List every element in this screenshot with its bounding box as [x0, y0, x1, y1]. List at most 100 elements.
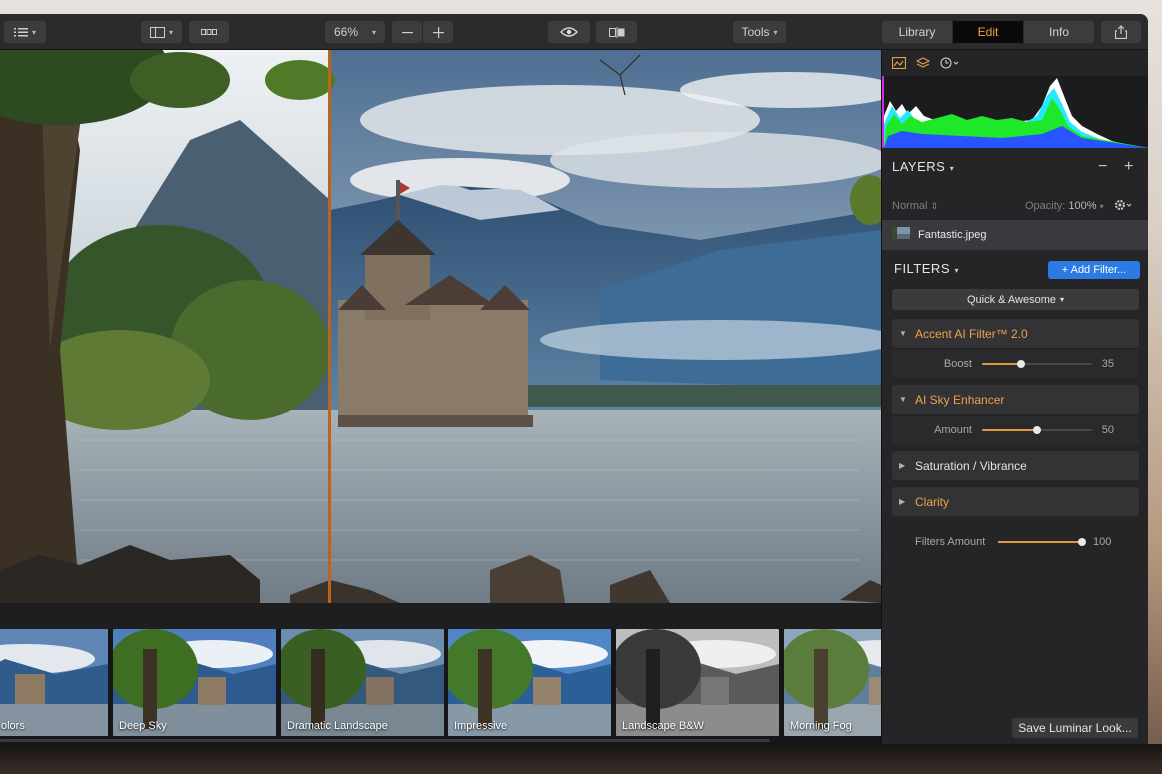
look-thumbnail[interactable]: Deep Sky: [113, 629, 276, 736]
filmstrip-icon: [201, 28, 217, 36]
expanded-triangle-icon: ▼: [899, 329, 907, 338]
toolbar: ▾ ▾ 66% ▾ Tools ▾ Library Edit Info: [0, 14, 1148, 50]
look-thumbnail[interactable]: Dramatic Landscape: [281, 629, 444, 736]
sidebar-layout-icon: [149, 26, 165, 38]
zoom-value: 66%: [333, 25, 358, 39]
zoom-in-button[interactable]: [423, 21, 453, 43]
zoom-select[interactable]: 66% ▾: [325, 21, 385, 43]
filter-name: Accent AI Filter™ 2.0: [915, 326, 1028, 341]
layer-options: Normal ⇕ Opacity: 100% ▾: [892, 200, 1138, 216]
slider-label: Amount: [934, 424, 972, 436]
tools-menu[interactable]: Tools ▾: [733, 21, 786, 43]
layer-thumbnail: [892, 226, 910, 244]
layer-settings-gear-icon[interactable]: [1114, 198, 1134, 215]
look-thumbnail[interactable]: Morning Fog: [784, 629, 881, 736]
compare-button[interactable]: [596, 21, 637, 43]
collapsed-triangle-icon: ▶: [899, 461, 906, 470]
expanded-triangle-icon: ▼: [899, 395, 907, 404]
histogram-icon[interactable]: [891, 56, 907, 74]
tools-label: Tools: [741, 25, 770, 39]
landscape-photo: [0, 50, 881, 603]
chevron-down-icon[interactable]: ▾: [950, 164, 954, 173]
layers-header: LAYERS ▾ − +: [892, 158, 1142, 178]
edit-panel: LAYERS ▾ − + Normal ⇕ Opacity: 100% ▾ Fa…: [881, 50, 1148, 744]
filters-title[interactable]: FILTERS: [894, 261, 950, 276]
slider-knob[interactable]: [1016, 360, 1025, 368]
look-thumbnail[interactable]: Impressive: [448, 629, 611, 736]
zoom-out-button[interactable]: [392, 21, 422, 43]
preview-button[interactable]: [548, 21, 590, 43]
filters-amount-slider[interactable]: [998, 538, 1086, 546]
history-clock-icon[interactable]: [940, 56, 960, 74]
chevron-down-icon: ▾: [1060, 295, 1065, 304]
chevron-down-icon: ▾: [773, 27, 778, 37]
minus-icon: [401, 27, 413, 38]
filmstrip-button[interactable]: [189, 21, 229, 43]
look-label: Landscape B&W: [622, 720, 704, 732]
chevron-down-icon[interactable]: ▾: [954, 266, 958, 275]
look-label: Deep Sky: [119, 720, 167, 732]
tab-edit[interactable]: Edit: [953, 21, 1024, 43]
slider-knob[interactable]: [1033, 426, 1041, 434]
compare-split-line[interactable]: [328, 50, 331, 603]
filters-amount-value: 100: [1093, 536, 1112, 548]
filter-name: AI Sky Enhancer: [915, 392, 1005, 407]
quick-awesome-preset[interactable]: Quick & Awesome ▾: [892, 289, 1139, 310]
histogram: [882, 76, 1148, 148]
split-compare-icon: [608, 26, 625, 38]
menu-button[interactable]: ▾: [4, 21, 46, 43]
remove-layer-button[interactable]: −: [1098, 158, 1107, 176]
list-icon: [13, 27, 28, 37]
chevron-down-icon: ▾: [31, 27, 36, 37]
filter-accent-ai[interactable]: ▼ Accent AI Filter™ 2.0: [892, 319, 1139, 348]
filters-amount-label: Filters Amount: [915, 536, 986, 548]
share-icon: [1115, 25, 1127, 39]
filter-name: Clarity: [915, 494, 950, 509]
slider-value: 50: [1101, 424, 1114, 436]
save-look-button[interactable]: Save Luminar Look...: [1012, 718, 1138, 738]
plus-icon: [432, 26, 444, 38]
boost-slider[interactable]: [982, 360, 1092, 368]
sidebar-layout-button[interactable]: ▾: [141, 21, 182, 43]
look-label: olors: [1, 720, 25, 732]
add-layer-button[interactable]: +: [1124, 158, 1133, 176]
boost-slider-row: Boost 35: [892, 350, 1139, 378]
opacity-label: Opacity:: [1025, 200, 1066, 212]
eye-icon: [560, 27, 578, 37]
chevron-down-icon: ▾: [372, 27, 377, 37]
filter-saturation-vibrance[interactable]: ▶ Saturation / Vibrance: [892, 451, 1139, 480]
slider-fill: [982, 429, 1037, 431]
share-button[interactable]: [1101, 21, 1141, 43]
filter-clarity[interactable]: ▶ Clarity: [892, 487, 1139, 516]
look-label: Impressive: [454, 720, 508, 732]
slider-label: Boost: [943, 358, 972, 370]
look-thumbnail[interactable]: Landscape B&W: [616, 629, 779, 736]
filter-name: Saturation / Vibrance: [915, 458, 1027, 473]
looks-filmstrip: olors Deep Sky Dramatic Landscape Impres…: [0, 629, 881, 744]
layers-title[interactable]: LAYERS: [892, 159, 945, 174]
look-label: Morning Fog: [790, 720, 852, 732]
blend-mode-value: Normal: [892, 200, 928, 212]
slider-fill: [982, 363, 1021, 365]
layers-icon[interactable]: [915, 56, 931, 74]
blend-mode-select[interactable]: Normal ⇕: [892, 200, 938, 212]
amount-slider[interactable]: [982, 426, 1092, 434]
photo-canvas[interactable]: [0, 50, 881, 603]
add-filter-button[interactable]: + Add Filter...: [1048, 261, 1140, 279]
filter-ai-sky-enhancer[interactable]: ▼ AI Sky Enhancer: [892, 385, 1139, 414]
opacity-select[interactable]: Opacity: 100% ▾: [1025, 200, 1104, 212]
look-thumbnail[interactable]: olors: [0, 629, 108, 736]
slider-value: 35: [1101, 358, 1114, 370]
collapsed-triangle-icon: ▶: [899, 497, 906, 506]
slider-knob[interactable]: [1078, 538, 1086, 546]
opacity-value: 100%: [1068, 200, 1097, 212]
mode-tabs: Library Edit Info: [882, 21, 1094, 43]
tab-library[interactable]: Library: [882, 21, 953, 43]
tab-info[interactable]: Info: [1024, 21, 1094, 43]
filters-header: FILTERS ▾ + Add Filter...: [894, 260, 1140, 282]
look-label: Dramatic Landscape: [287, 720, 388, 732]
slider-fill: [998, 541, 1082, 543]
filmstrip-separator: [0, 603, 881, 629]
layer-name: Fantastic.jpeg: [918, 229, 987, 241]
layer-row[interactable]: Fantastic.jpeg: [882, 220, 1148, 250]
